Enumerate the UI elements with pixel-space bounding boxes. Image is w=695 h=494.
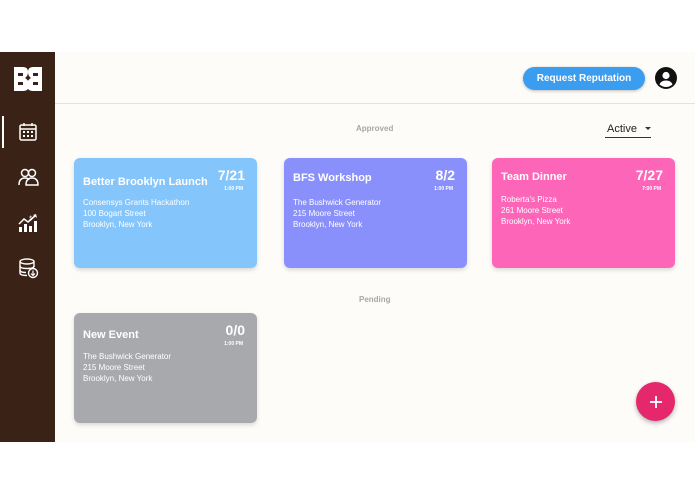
account-circle-icon[interactable] bbox=[654, 66, 678, 90]
event-detail-line: The Bushwick Generator bbox=[83, 352, 172, 361]
event-detail-line: Roberta's Pizza bbox=[501, 195, 557, 204]
sidebar-item-database[interactable] bbox=[0, 248, 55, 288]
pending-section-label: Pending bbox=[359, 295, 391, 304]
app-window: $ Request Reputation Approved Pending Ac… bbox=[0, 52, 695, 442]
event-date: 7/21 bbox=[217, 167, 245, 183]
event-details: The Bushwick Generator 215 Moore Street … bbox=[83, 351, 171, 384]
event-details: Roberta's Pizza 261 Moore Street Brookly… bbox=[501, 194, 570, 227]
event-detail-line: 215 Moore Street bbox=[83, 363, 145, 372]
chevron-down-icon bbox=[645, 127, 651, 130]
database-download-icon bbox=[18, 258, 38, 279]
event-detail-line: Brooklyn, New York bbox=[83, 374, 153, 383]
event-detail-line: Brooklyn, New York bbox=[83, 220, 153, 229]
svg-text:$: $ bbox=[29, 215, 33, 222]
sidebar-item-growth[interactable]: $ bbox=[0, 203, 55, 243]
status-filter-dropdown[interactable]: Active bbox=[605, 122, 651, 138]
event-card[interactable]: BFS Workshop 8/2 1:00 PM The Bushwick Ge… bbox=[284, 158, 467, 268]
event-time: 1:00 PM bbox=[434, 186, 453, 192]
growth-chart-icon: $ bbox=[17, 214, 37, 232]
event-detail-line: Brooklyn, New York bbox=[293, 220, 363, 229]
event-details: The Bushwick Generator 215 Moore Street … bbox=[293, 197, 381, 230]
add-event-button[interactable] bbox=[636, 382, 675, 421]
event-time: 7:00 PM bbox=[642, 186, 661, 192]
filter-selected-value: Active bbox=[607, 123, 637, 135]
event-title: New Event bbox=[83, 329, 139, 341]
event-card[interactable]: New Event 0/0 1:00 PM The Bushwick Gener… bbox=[74, 313, 257, 423]
sidebar-item-users[interactable] bbox=[0, 157, 55, 197]
event-time: 1:00 PM bbox=[224, 186, 243, 192]
bb-logo[interactable] bbox=[10, 64, 46, 94]
event-card[interactable]: Better Brooklyn Launch 7/21 1:00 PM Cons… bbox=[74, 158, 257, 268]
top-bar: Request Reputation bbox=[55, 52, 695, 104]
event-date: 7/27 bbox=[635, 167, 663, 183]
event-detail-line: 100 Bogart Street bbox=[83, 209, 146, 218]
event-detail-line: 215 Moore Street bbox=[293, 209, 355, 218]
event-title: Better Brooklyn Launch bbox=[83, 176, 208, 188]
event-title: BFS Workshop bbox=[293, 172, 372, 184]
sidebar: $ bbox=[0, 52, 55, 442]
event-details: Consensys Grants Hackathon 100 Bogart St… bbox=[83, 197, 189, 230]
request-reputation-button[interactable]: Request Reputation bbox=[523, 67, 645, 90]
event-time: 1:00 PM bbox=[224, 341, 243, 347]
event-title: Team Dinner bbox=[501, 171, 567, 183]
event-detail-line: Consensys Grants Hackathon bbox=[83, 198, 190, 207]
event-detail-line: The Bushwick Generator bbox=[293, 198, 382, 207]
event-detail-line: Brooklyn, New York bbox=[501, 217, 571, 226]
sidebar-item-calendar[interactable] bbox=[0, 112, 55, 152]
event-date: 0/0 bbox=[225, 322, 245, 338]
calendar-icon bbox=[18, 123, 37, 141]
event-detail-line: 261 Moore Street bbox=[501, 206, 563, 215]
approved-section-label: Approved bbox=[356, 124, 394, 133]
event-date: 8/2 bbox=[435, 167, 455, 183]
plus-icon bbox=[649, 395, 662, 408]
event-card[interactable]: Team Dinner 7/27 7:00 PM Roberta's Pizza… bbox=[492, 158, 675, 268]
users-icon bbox=[17, 168, 39, 186]
